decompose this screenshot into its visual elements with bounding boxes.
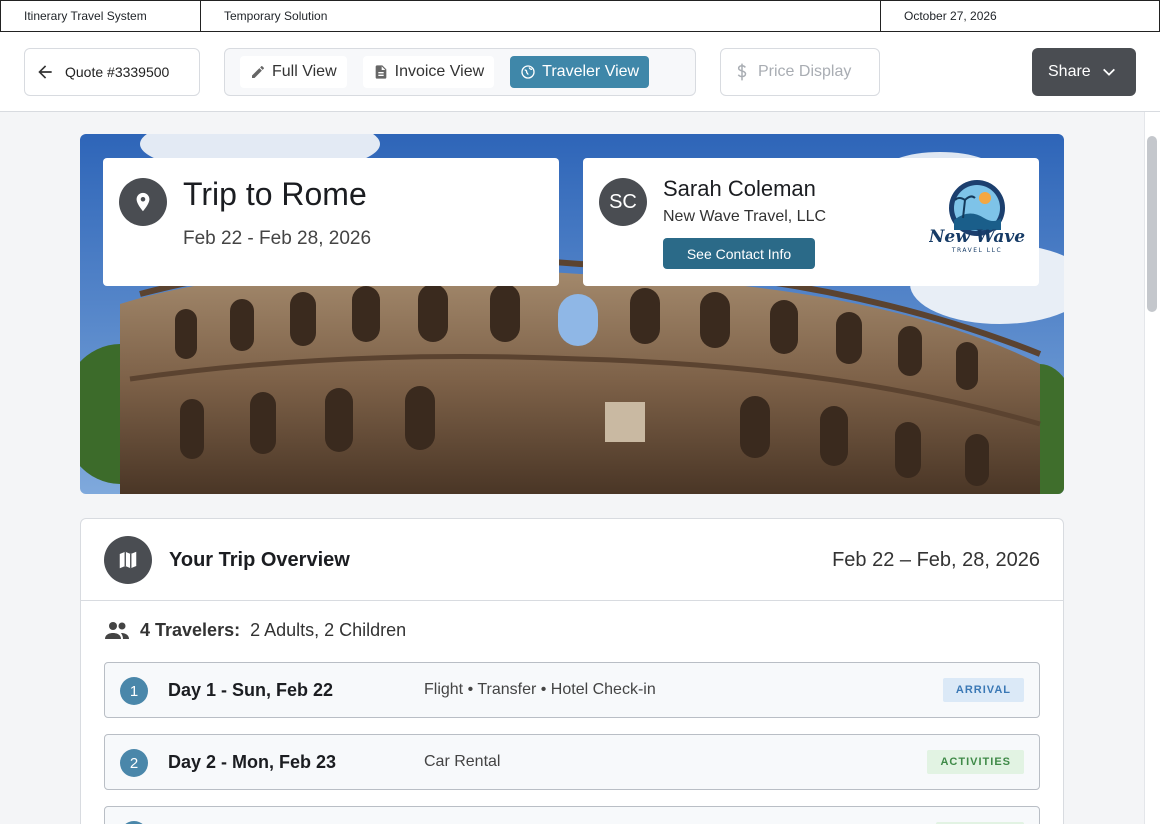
tab-traveler-view[interactable]: Traveler View	[510, 56, 650, 88]
info-note: Temporary Solution	[201, 1, 881, 31]
travelers-detail: 2 Adults, 2 Children	[250, 620, 407, 640]
share-label: Share	[1048, 63, 1091, 80]
overview-header: Your Trip Overview Feb 22 – Feb, 28, 202…	[81, 519, 1063, 601]
people-icon	[105, 621, 129, 639]
overview-dates: Feb 22 – Feb, 28, 2026	[832, 549, 1040, 571]
toolbar: Quote #3339500 Full View Invoice View Tr…	[0, 32, 1160, 112]
info-bar: Itinerary Travel System Temporary Soluti…	[0, 0, 1160, 32]
see-contact-info-button[interactable]: See Contact Info	[663, 238, 815, 269]
scrollbar-thumb[interactable]	[1147, 136, 1157, 312]
quote-label: Quote #3339500	[65, 64, 170, 80]
day-row-3[interactable]: 3	[104, 806, 1040, 824]
day-items: Flight • Transfer • Hotel Check-in	[424, 681, 656, 698]
back-to-quote-button[interactable]: Quote #3339500	[24, 48, 200, 96]
day-title: Day 1 - Sun, Feb 22	[168, 680, 334, 700]
trip-title: Trip to Rome	[183, 176, 367, 212]
agency-logo: New Wave TRAVEL LLC	[929, 180, 1025, 254]
day-number: 1	[120, 677, 148, 705]
chevron-down-icon	[1102, 68, 1115, 76]
tab-full-view[interactable]: Full View	[240, 56, 347, 88]
day-title: Day 2 - Mon, Feb 23	[168, 752, 337, 772]
day-items: Car Rental	[424, 753, 501, 770]
location-pin-icon	[119, 178, 167, 226]
tab-invoice-view-label: Invoice View	[394, 63, 485, 80]
trip-card: Trip to Rome Feb 22 - Feb 28, 2026	[103, 158, 559, 286]
trip-dates: Feb 22 - Feb 28, 2026	[183, 228, 372, 249]
tab-traveler-view-label: Traveler View	[542, 63, 640, 80]
day-row-1[interactable]: 1 Day 1 - Sun, Feb 22 Flight • Transfer …	[104, 662, 1040, 718]
agent-card: SC Sarah Coleman New Wave Travel, LLC Se…	[583, 158, 1039, 286]
dollar-icon	[737, 63, 747, 81]
tab-invoice-view[interactable]: Invoice View	[362, 56, 495, 88]
day-row-2[interactable]: 2 Day 2 - Mon, Feb 23 Car Rental ACTIVIT…	[104, 734, 1040, 790]
tab-full-view-label: Full View	[272, 63, 337, 80]
map-icon	[104, 536, 152, 584]
day-badge: ARRIVAL	[942, 678, 1024, 702]
travelers-summary: 4 Travelers: 2 Adults, 2 Children	[104, 620, 406, 641]
document-icon	[375, 65, 386, 79]
system-name: Itinerary Travel System	[1, 1, 201, 31]
view-switcher: Full View Invoice View Traveler View	[224, 48, 696, 96]
agent-name: Sarah Coleman	[663, 176, 816, 201]
svg-text:TRAVEL LLC: TRAVEL LLC	[951, 247, 1002, 254]
overview-title: Your Trip Overview	[169, 549, 350, 571]
share-button[interactable]: Share	[1032, 48, 1136, 96]
trip-overview-card: Your Trip Overview Feb 22 – Feb, 28, 202…	[80, 518, 1064, 824]
arrow-left-icon	[38, 65, 52, 79]
price-display-label: Price Display	[758, 63, 852, 80]
travelers-count: 4 Travelers:	[140, 620, 241, 640]
day-number: 2	[120, 749, 148, 777]
agency-name: New Wave Travel, LLC	[663, 208, 827, 225]
globe-icon	[521, 65, 535, 79]
agent-avatar: SC	[599, 178, 647, 226]
pencil-icon	[252, 66, 264, 78]
current-date: October 27, 2026	[904, 9, 997, 23]
price-display-button[interactable]: Price Display	[720, 48, 880, 96]
hero-banner: Trip to Rome Feb 22 - Feb 28, 2026 SC Sa…	[80, 134, 1064, 494]
day-badge: ACTIVITIES	[927, 750, 1024, 774]
svg-text:New Wave: New Wave	[929, 227, 1025, 247]
